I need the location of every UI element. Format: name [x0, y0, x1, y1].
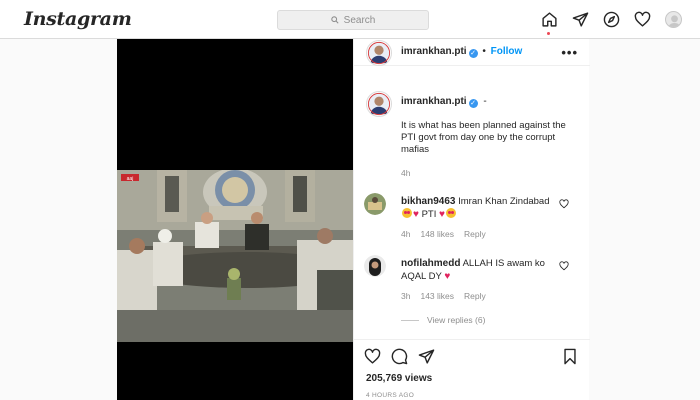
comment-time[interactable]: 3h: [401, 291, 410, 301]
comment-text: bikhan9463 Imran Khan Zindabad ♥ PTI ♥: [401, 195, 561, 221]
comment-text: nofilahmedd ALLAH IS awam ko AQAL DY ♥: [401, 257, 551, 283]
channel-logo: aaj: [127, 176, 134, 182]
nav-icons: [540, 10, 682, 35]
comment-icon[interactable]: [391, 348, 408, 370]
caption-author-avatar[interactable]: [366, 91, 392, 117]
home-icon[interactable]: [540, 10, 558, 35]
heart-icon[interactable]: [633, 10, 651, 28]
comment-username[interactable]: nofilahmedd: [401, 258, 460, 269]
video-frame[interactable]: aaj: [117, 170, 353, 342]
comment-body: Imran Khan Zindabad: [458, 196, 550, 207]
search-box[interactable]: Search: [277, 10, 429, 30]
post-header-text: imrankhan.pti ✓ • Follow: [401, 46, 522, 58]
bookmark-icon[interactable]: [562, 348, 578, 370]
header-separator: •: [482, 46, 486, 57]
replies-divider-line: [401, 319, 419, 321]
caption-header: imrankhan.pti ✓ -: [401, 96, 487, 108]
comment-reply-button[interactable]: Reply: [464, 229, 486, 239]
comment-meta: 3h 143 likes Reply: [401, 291, 486, 301]
red-heart-emoji-icon: ♥: [439, 209, 445, 220]
comment-body-2: PTI: [421, 209, 437, 220]
share-icon[interactable]: [418, 348, 435, 370]
action-icons: [364, 348, 435, 370]
comment-like-icon[interactable]: [559, 261, 569, 271]
comment-likes[interactable]: 143 likes: [420, 291, 454, 301]
video-player[interactable]: aaj: [117, 39, 353, 400]
post-caption: It is what has been planned against the …: [401, 120, 566, 155]
explore-icon[interactable]: [602, 10, 620, 28]
post-sidebar: imrankhan.pti ✓ • Follow ••• imrankhan.pt…: [353, 39, 590, 400]
like-icon[interactable]: [364, 348, 381, 370]
direct-icon[interactable]: [571, 10, 589, 28]
comment-reply-button[interactable]: Reply: [464, 291, 486, 301]
post-actions: 205,769 views 4 HOURS AGO: [354, 339, 590, 400]
comment-like-icon[interactable]: [559, 199, 569, 209]
instagram-logo[interactable]: Instagram: [24, 8, 132, 30]
red-heart-emoji-icon: ♥: [413, 209, 419, 220]
verified-badge-icon: ✓: [468, 99, 478, 108]
notification-dot: [547, 32, 550, 35]
comment-meta: 4h 148 likes Reply: [401, 229, 486, 239]
comment-time[interactable]: 4h: [401, 229, 410, 239]
more-icon[interactable]: •••: [561, 45, 578, 60]
caption-dash: -: [483, 96, 487, 107]
comment-likes[interactable]: 148 likes: [420, 229, 454, 239]
caption-timestamp[interactable]: 4h: [401, 168, 410, 178]
heart-eyes-emoji-icon: [445, 208, 456, 218]
comment-avatar[interactable]: [364, 255, 386, 277]
post-container: aaj imrankhan.pti ✓ • Follow ••• imrankh…: [117, 39, 590, 400]
view-count[interactable]: 205,769 views: [366, 373, 432, 384]
comment-username[interactable]: bikhan9463: [401, 196, 455, 207]
comment-avatar[interactable]: [364, 193, 386, 215]
search-placeholder: Search: [343, 14, 376, 26]
video-still-image: aaj: [117, 170, 353, 342]
post-timestamp[interactable]: 4 HOURS AGO: [366, 392, 414, 399]
view-replies-button[interactable]: View replies (6): [401, 315, 485, 325]
top-navigation-bar: Instagram Search: [0, 0, 700, 39]
heart-eyes-emoji-icon: [402, 208, 412, 218]
verified-badge-icon: ✓: [468, 49, 478, 58]
author-avatar[interactable]: [366, 40, 392, 66]
view-replies-label: View replies (6): [427, 315, 486, 325]
profile-avatar-image: [664, 10, 682, 28]
follow-button[interactable]: Follow: [491, 46, 523, 57]
author-username[interactable]: imrankhan.pti: [401, 46, 467, 57]
caption-author-username[interactable]: imrankhan.pti: [401, 96, 467, 107]
post-header: imrankhan.pti ✓ • Follow •••: [354, 39, 590, 66]
red-heart-emoji-icon: ♥: [444, 271, 451, 282]
profile-avatar[interactable]: [664, 10, 682, 28]
search-icon: [330, 16, 339, 24]
